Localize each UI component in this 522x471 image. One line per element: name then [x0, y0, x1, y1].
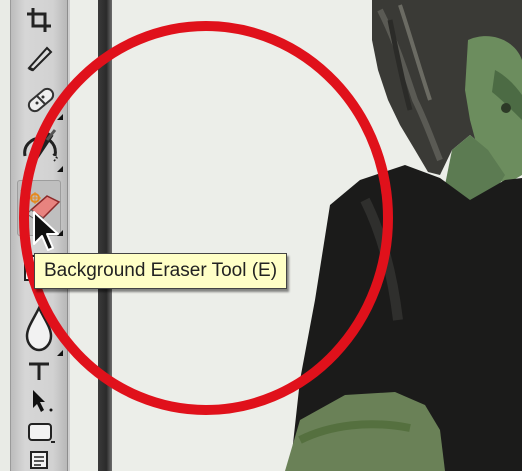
notes-icon	[30, 451, 48, 469]
shape-icon	[28, 423, 55, 443]
tooltip-text: Background Eraser Tool (E)	[44, 260, 278, 281]
notes-tool-button[interactable]	[17, 448, 61, 470]
arrow-pointer-icon	[33, 211, 59, 251]
tool-tooltip: Background Eraser Tool (E)	[34, 253, 288, 289]
highlight-circle	[19, 21, 393, 415]
shape-tool-button[interactable]	[17, 420, 61, 444]
photoshop-window: Background Eraser Tool (E)	[0, 0, 522, 471]
